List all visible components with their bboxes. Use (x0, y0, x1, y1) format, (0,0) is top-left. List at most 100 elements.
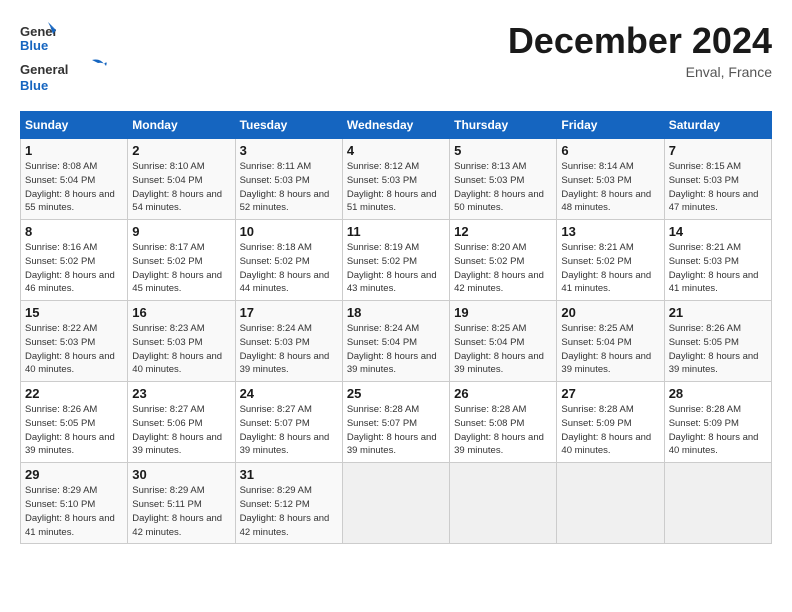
day-info: Sunrise: 8:12 AMSunset: 5:03 PMDaylight:… (347, 160, 445, 215)
page-header: General Blue General Blue December 2024 … (20, 20, 772, 101)
calendar-cell (342, 463, 449, 544)
calendar-cell: 14 Sunrise: 8:21 AMSunset: 5:03 PMDayligh… (664, 220, 771, 301)
calendar-cell: 31 Sunrise: 8:29 AMSunset: 5:12 PMDayligh… (235, 463, 342, 544)
day-info: Sunrise: 8:16 AMSunset: 5:02 PMDaylight:… (25, 241, 123, 296)
calendar-cell: 6 Sunrise: 8:14 AMSunset: 5:03 PMDaylight… (557, 139, 664, 220)
calendar-body: 1 Sunrise: 8:08 AMSunset: 5:04 PMDaylight… (21, 139, 772, 544)
calendar-cell: 15 Sunrise: 8:22 AMSunset: 5:03 PMDayligh… (21, 301, 128, 382)
day-number: 31 (240, 467, 338, 482)
col-header-thursday: Thursday (450, 112, 557, 139)
day-info: Sunrise: 8:08 AMSunset: 5:04 PMDaylight:… (25, 160, 123, 215)
day-info: Sunrise: 8:27 AMSunset: 5:07 PMDaylight:… (240, 403, 338, 458)
day-info: Sunrise: 8:18 AMSunset: 5:02 PMDaylight:… (240, 241, 338, 296)
day-number: 12 (454, 224, 552, 239)
day-info: Sunrise: 8:10 AMSunset: 5:04 PMDaylight:… (132, 160, 230, 215)
col-header-tuesday: Tuesday (235, 112, 342, 139)
calendar-cell: 25 Sunrise: 8:28 AMSunset: 5:07 PMDayligh… (342, 382, 449, 463)
day-info: Sunrise: 8:24 AMSunset: 5:04 PMDaylight:… (347, 322, 445, 377)
calendar-week-row: 8 Sunrise: 8:16 AMSunset: 5:02 PMDaylight… (21, 220, 772, 301)
day-info: Sunrise: 8:20 AMSunset: 5:02 PMDaylight:… (454, 241, 552, 296)
day-info: Sunrise: 8:29 AMSunset: 5:11 PMDaylight:… (132, 484, 230, 539)
day-info: Sunrise: 8:26 AMSunset: 5:05 PMDaylight:… (669, 322, 767, 377)
day-number: 26 (454, 386, 552, 401)
day-number: 18 (347, 305, 445, 320)
calendar-cell (450, 463, 557, 544)
col-header-friday: Friday (557, 112, 664, 139)
calendar-cell: 10 Sunrise: 8:18 AMSunset: 5:02 PMDayligh… (235, 220, 342, 301)
calendar-cell: 24 Sunrise: 8:27 AMSunset: 5:07 PMDayligh… (235, 382, 342, 463)
calendar-cell: 29 Sunrise: 8:29 AMSunset: 5:10 PMDayligh… (21, 463, 128, 544)
location: Enval, France (508, 64, 772, 80)
calendar-cell: 9 Sunrise: 8:17 AMSunset: 5:02 PMDaylight… (128, 220, 235, 301)
day-number: 2 (132, 143, 230, 158)
day-info: Sunrise: 8:28 AMSunset: 5:07 PMDaylight:… (347, 403, 445, 458)
calendar-week-row: 29 Sunrise: 8:29 AMSunset: 5:10 PMDayligh… (21, 463, 772, 544)
calendar-cell: 16Sunrise: 8:23 AMSunset: 5:03 PMDayligh… (128, 301, 235, 382)
day-info: Sunrise: 8:11 AMSunset: 5:03 PMDaylight:… (240, 160, 338, 215)
svg-text:General: General (20, 62, 68, 77)
day-number: 15 (25, 305, 123, 320)
day-info: Sunrise: 8:28 AMSunset: 5:08 PMDaylight:… (454, 403, 552, 458)
calendar-cell: 11Sunrise: 8:19 AMSunset: 5:02 PMDayligh… (342, 220, 449, 301)
day-info: Sunrise: 8:23 AMSunset: 5:03 PMDaylight:… (132, 322, 230, 377)
calendar-header-row: SundayMondayTuesdayWednesdayThursdayFrid… (21, 112, 772, 139)
day-info: Sunrise: 8:29 AMSunset: 5:12 PMDaylight:… (240, 484, 338, 539)
day-info: Sunrise: 8:24 AMSunset: 5:03 PMDaylight:… (240, 322, 338, 377)
day-info: Sunrise: 8:28 AMSunset: 5:09 PMDaylight:… (669, 403, 767, 458)
day-number: 27 (561, 386, 659, 401)
col-header-monday: Monday (128, 112, 235, 139)
calendar-cell: 12 Sunrise: 8:20 AMSunset: 5:02 PMDayligh… (450, 220, 557, 301)
day-number: 1 (25, 143, 123, 158)
day-number: 28 (669, 386, 767, 401)
day-number: 24 (240, 386, 338, 401)
day-info: Sunrise: 8:14 AMSunset: 5:03 PMDaylight:… (561, 160, 659, 215)
day-number: 13 (561, 224, 659, 239)
day-number: 19 (454, 305, 552, 320)
day-info: Sunrise: 8:27 AMSunset: 5:06 PMDaylight:… (132, 403, 230, 458)
day-info: Sunrise: 8:21 AMSunset: 5:02 PMDaylight:… (561, 241, 659, 296)
day-info: Sunrise: 8:29 AMSunset: 5:10 PMDaylight:… (25, 484, 123, 539)
day-number: 29 (25, 467, 123, 482)
logo: General Blue General Blue (20, 20, 110, 101)
day-number: 5 (454, 143, 552, 158)
day-number: 23 (132, 386, 230, 401)
day-number: 25 (347, 386, 445, 401)
calendar-cell: 17Sunrise: 8:24 AMSunset: 5:03 PMDayligh… (235, 301, 342, 382)
day-info: Sunrise: 8:26 AMSunset: 5:05 PMDaylight:… (25, 403, 123, 458)
day-number: 14 (669, 224, 767, 239)
day-number: 22 (25, 386, 123, 401)
calendar-cell (557, 463, 664, 544)
day-info: Sunrise: 8:25 AMSunset: 5:04 PMDaylight:… (454, 322, 552, 377)
day-info: Sunrise: 8:28 AMSunset: 5:09 PMDaylight:… (561, 403, 659, 458)
day-number: 7 (669, 143, 767, 158)
calendar-cell: 27 Sunrise: 8:28 AMSunset: 5:09 PMDayligh… (557, 382, 664, 463)
day-info: Sunrise: 8:17 AMSunset: 5:02 PMDaylight:… (132, 241, 230, 296)
calendar-cell: 2 Sunrise: 8:10 AMSunset: 5:04 PMDaylight… (128, 139, 235, 220)
calendar-cell: 4 Sunrise: 8:12 AMSunset: 5:03 PMDaylight… (342, 139, 449, 220)
col-header-wednesday: Wednesday (342, 112, 449, 139)
calendar-cell: 5 Sunrise: 8:13 AMSunset: 5:03 PMDaylight… (450, 139, 557, 220)
day-info: Sunrise: 8:13 AMSunset: 5:03 PMDaylight:… (454, 160, 552, 215)
day-number: 4 (347, 143, 445, 158)
day-info: Sunrise: 8:21 AMSunset: 5:03 PMDaylight:… (669, 241, 767, 296)
day-number: 6 (561, 143, 659, 158)
calendar-cell (664, 463, 771, 544)
day-info: Sunrise: 8:22 AMSunset: 5:03 PMDaylight:… (25, 322, 123, 377)
calendar-cell: 22 Sunrise: 8:26 AMSunset: 5:05 PMDayligh… (21, 382, 128, 463)
title-block: December 2024 Enval, France (508, 20, 772, 80)
calendar-cell: 1 Sunrise: 8:08 AMSunset: 5:04 PMDaylight… (21, 139, 128, 220)
calendar-cell: 13 Sunrise: 8:21 AMSunset: 5:02 PMDayligh… (557, 220, 664, 301)
svg-text:Blue: Blue (20, 38, 48, 53)
day-number: 9 (132, 224, 230, 239)
calendar-cell: 18 Sunrise: 8:24 AMSunset: 5:04 PMDayligh… (342, 301, 449, 382)
day-info: Sunrise: 8:25 AMSunset: 5:04 PMDaylight:… (561, 322, 659, 377)
calendar-cell: 7Sunrise: 8:15 AMSunset: 5:03 PMDaylight… (664, 139, 771, 220)
month-title: December 2024 (508, 20, 772, 62)
day-number: 20 (561, 305, 659, 320)
day-number: 8 (25, 224, 123, 239)
col-header-saturday: Saturday (664, 112, 771, 139)
day-number: 30 (132, 467, 230, 482)
day-number: 21 (669, 305, 767, 320)
calendar-week-row: 22 Sunrise: 8:26 AMSunset: 5:05 PMDayligh… (21, 382, 772, 463)
day-number: 10 (240, 224, 338, 239)
